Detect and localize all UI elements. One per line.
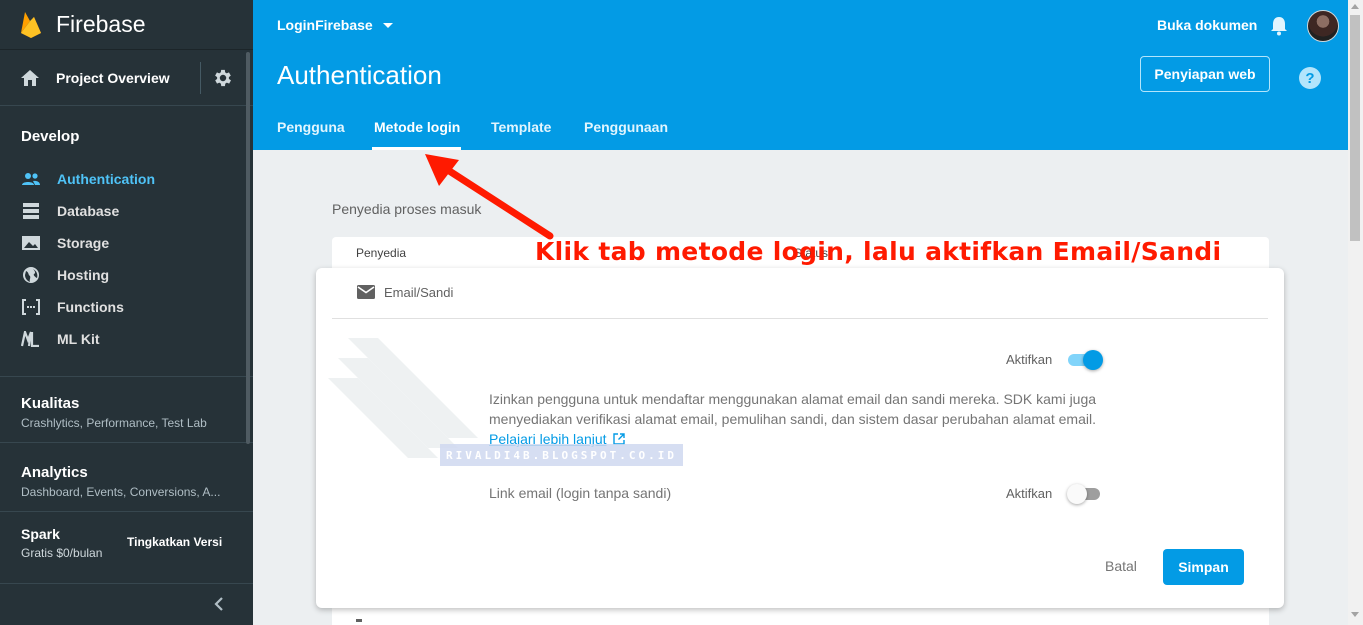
docs-link[interactable]: Buka dokumen [1157,17,1257,33]
sidebar-item-hosting[interactable]: Hosting [0,259,253,291]
plan-name: Spark [21,526,60,542]
upgrade-button[interactable]: Tingkatkan Versi [127,535,222,549]
sidebar-item-label: Functions [57,299,124,315]
overview-divider [200,62,201,94]
scroll-thumb[interactable] [1350,15,1360,241]
tab-sign-in-method[interactable]: Metode login [374,119,460,135]
email-link-toggle[interactable] [1067,483,1103,505]
page-scrollbar[interactable] [1348,0,1363,625]
sidebar-item-label: ML Kit [57,331,100,347]
develop-section-title: Develop [21,128,80,145]
chevron-left-icon[interactable] [212,596,226,612]
web-setup-button[interactable]: Penyiapan web [1140,56,1270,92]
caret-down-icon [382,22,393,28]
functions-icon [21,297,41,317]
analytics-title: Analytics [21,464,88,481]
home-icon [21,69,39,86]
watermark-text: RIVALDI4B.BLOGSPOT.CO.ID [440,444,683,466]
analytics-subtitle: Dashboard, Events, Conversions, A... [21,485,221,499]
dialog-header: Email/Sandi [356,284,453,300]
tab-templates[interactable]: Template [491,119,551,135]
help-icon[interactable]: ? [1299,67,1321,89]
annotation-arrow-icon [425,154,554,240]
column-header-provider: Penyedia [356,246,407,260]
sidebar-item-authentication[interactable]: Authentication [0,163,253,195]
avatar[interactable] [1307,10,1339,42]
sidebar-item-ml-kit[interactable]: ML Kit [0,323,253,355]
sidebar-group-analytics[interactable]: Analytics Dashboard, Events, Conversions… [0,442,253,511]
page-title: Authentication [277,60,442,90]
mail-icon [357,285,375,299]
email-link-label: Link email (login tanpa sandi) [489,485,672,501]
sidebar-item-label: Authentication [57,171,155,187]
people-icon [21,169,41,189]
sidebar-item-storage[interactable]: Storage [0,227,253,259]
tab-usage[interactable]: Penggunaan [584,119,668,135]
brand-header[interactable]: Firebase [0,0,253,50]
dialog-provider-name: Email/Sandi [384,284,454,300]
providers-table-body [332,605,1269,625]
quality-subtitle: Crashlytics, Performance, Test Lab [21,416,207,430]
project-selector[interactable]: LoginFirebase [277,17,393,33]
sidebar-item-label: Database [57,203,120,219]
row-fragment [356,619,362,622]
cancel-button[interactable]: Batal [1105,558,1137,574]
quality-title: Kualitas [21,395,80,412]
image-icon [21,233,41,253]
sidebar: Firebase Project Overview Develop Authen… [0,0,253,625]
sidebar-group-quality[interactable]: Kualitas Crashlytics, Performance, Test … [0,376,253,442]
globe-icon [21,265,41,285]
plan-price: Gratis $0/bulan [21,546,103,560]
email-description: Izinkan pengguna untuk mendaftar menggun… [489,391,1097,427]
firebase-logo-icon [21,11,41,38]
sidebar-scrollbar[interactable] [246,52,250,444]
enable-email-toggle[interactable] [1067,349,1103,371]
sidebar-item-label: Hosting [57,267,110,283]
tab-users[interactable]: Pengguna [277,119,345,135]
save-button[interactable]: Simpan [1163,549,1244,585]
database-icon [21,201,41,221]
toggle-knob [1067,484,1087,504]
project-name: LoginFirebase [277,17,373,33]
scroll-up-icon[interactable] [1351,4,1359,9]
bell-icon[interactable] [1269,15,1289,37]
sidebar-item-functions[interactable]: Functions [0,291,253,323]
gear-icon[interactable] [212,67,234,89]
mlkit-icon [21,329,41,349]
plan-section: Spark Gratis $0/bulan Tingkatkan Versi [0,511,253,571]
enable-label: Aktifkan [1006,352,1053,367]
annotation-text: Klik tab metode login, lalu aktifkan Ema… [535,237,1222,266]
header: LoginFirebase Buka dokumen Authenticatio… [253,0,1348,150]
toggle-knob [1083,350,1103,370]
collapse-sidebar[interactable] [0,583,253,625]
scroll-down-icon[interactable] [1351,612,1359,617]
project-overview-label: Project Overview [56,69,170,86]
email-link-enable-label: Aktifkan [1006,486,1053,501]
sidebar-item-database[interactable]: Database [0,195,253,227]
project-overview[interactable]: Project Overview [0,50,253,106]
brand-name: Firebase [56,11,146,37]
sidebar-item-label: Storage [57,235,110,251]
dialog-divider [332,318,1268,319]
